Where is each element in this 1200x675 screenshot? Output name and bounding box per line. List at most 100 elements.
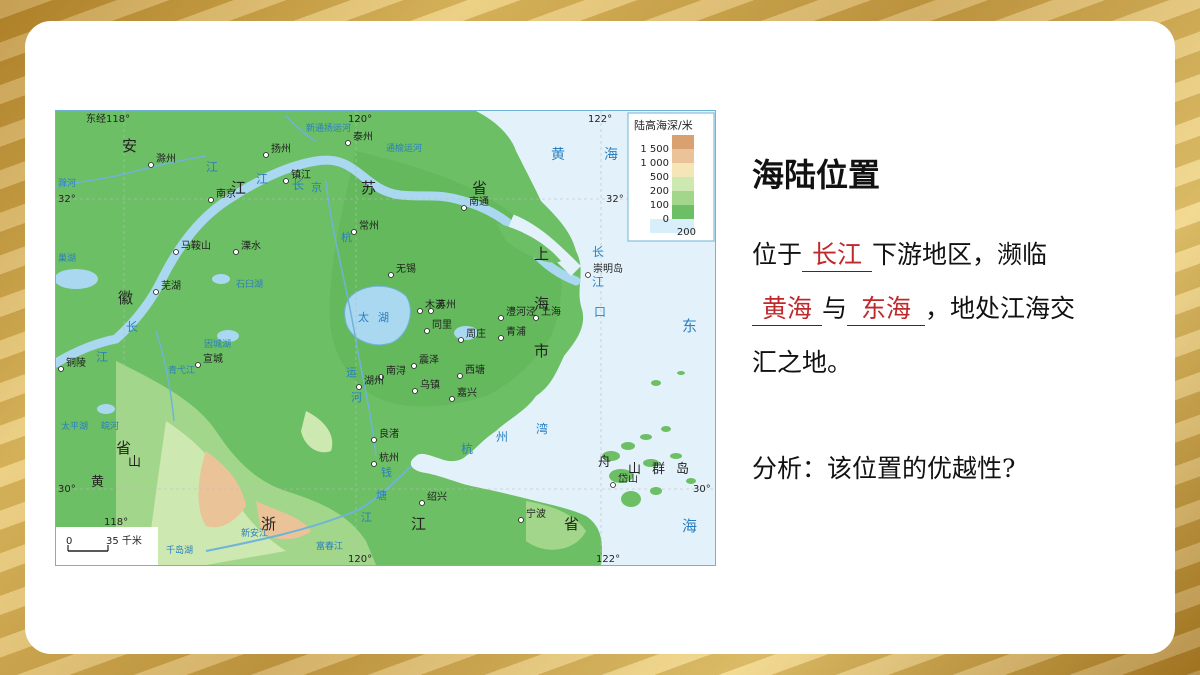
region-label: 江: [231, 179, 246, 197]
city-dot: [533, 315, 539, 321]
coord-label: 32°: [58, 194, 76, 205]
answer-blank-changjiang: 长江: [802, 239, 873, 272]
city-dot: [263, 152, 269, 158]
water-label: 江: [96, 350, 108, 364]
city-label: 滁州: [156, 152, 176, 165]
city-label: 溧水: [241, 239, 261, 252]
city-dot: [148, 162, 154, 168]
city-dot: [610, 482, 616, 488]
city-label: 崇明岛: [593, 262, 623, 275]
water-label: 千岛湖: [166, 544, 193, 556]
legend-swatch: [672, 135, 694, 149]
city-label: 青浦: [506, 325, 526, 338]
water-label: 海: [604, 147, 618, 163]
map-legend: 陆高海深/米 1 500 1 000 500 200 100 0 200: [627, 112, 715, 242]
text-line-3: 汇之地。: [752, 348, 853, 377]
water-label: 湾: [536, 421, 548, 436]
region-label: 徽: [118, 289, 133, 307]
legend-swatch: [672, 177, 694, 191]
legend-value: 1 000: [640, 158, 669, 169]
city-label: 湖州: [364, 375, 384, 387]
city-dot: [449, 396, 455, 402]
water-label: 长: [592, 245, 604, 259]
city-dot: [208, 197, 214, 203]
answer-blank-huanghai: 黄海: [752, 293, 822, 326]
water-label: 海: [682, 517, 697, 535]
city-dot: [356, 384, 362, 390]
city-dot: [424, 328, 430, 334]
city-dot: [153, 289, 159, 295]
lake: [97, 404, 115, 414]
region-label: 安: [122, 137, 137, 155]
water-label: 钱: [381, 465, 392, 479]
city-label: 扬州: [271, 142, 291, 155]
water-label: 东: [682, 317, 697, 335]
legend-swatch: [672, 163, 694, 177]
legend-value: 200: [677, 227, 696, 238]
city-dot: [518, 517, 524, 523]
water-label: 江: [256, 172, 268, 186]
water-label: 江: [592, 275, 604, 289]
coord-label: 122°: [596, 554, 620, 565]
water-label: 太平湖: [61, 420, 88, 432]
city-label: 无锡: [396, 262, 416, 275]
water-label: 新通扬运河: [306, 122, 351, 134]
city-dot: [458, 337, 464, 343]
city-dot: [58, 366, 64, 372]
coord-label: 120°: [348, 114, 372, 125]
city-label: 马鞍山: [181, 239, 211, 252]
coord-label: 120°: [348, 554, 372, 565]
city-dot: [412, 388, 418, 394]
legend-value: 500: [650, 172, 669, 183]
city-dot: [388, 272, 394, 278]
water-label: 杭: [461, 441, 473, 456]
city-dot: [419, 500, 425, 506]
city-dot: [283, 178, 289, 184]
text-line-2: 黄海与东海 ，地处江海交: [752, 289, 1075, 329]
city-label: 乌镇: [420, 378, 440, 391]
region-label: 海: [534, 295, 549, 313]
city-dot: [195, 362, 201, 368]
region-label: 省: [564, 515, 579, 533]
line1-suffix: 下游地区，濒临: [872, 240, 1048, 269]
city-label: 苏州: [436, 298, 456, 311]
region-label: 群: [652, 462, 665, 477]
answer-blank-donghai: 东海: [847, 293, 926, 326]
city-label: 铜陵: [66, 357, 86, 369]
region-label: 省: [116, 439, 131, 457]
city-dot: [417, 308, 423, 314]
city-label: 常州: [359, 219, 379, 232]
city-label: 杭州: [379, 451, 399, 464]
water-label: 江: [361, 511, 372, 524]
coord-label: 32°: [606, 194, 624, 205]
region-label: 山: [128, 455, 141, 470]
city-dot: [585, 272, 591, 278]
water-label: 江: [206, 160, 218, 174]
city-dot: [351, 229, 357, 235]
legend-swatch: [672, 191, 694, 205]
legend-title: 陆高海深/米: [634, 118, 693, 132]
city-label: 周庄: [466, 327, 486, 340]
region-label: 山: [628, 462, 641, 477]
water-label: 长: [126, 320, 138, 334]
legend-value: 1 500: [640, 144, 669, 155]
region-label: 上: [534, 245, 549, 263]
line1-prefix: 位于: [752, 240, 803, 269]
region-label: 市: [534, 342, 549, 360]
city-dot: [498, 335, 504, 341]
legend-value: 200: [650, 186, 669, 197]
region-label: 舟: [598, 455, 611, 470]
water-label: 湖: [378, 311, 389, 324]
city-dot: [345, 140, 351, 146]
section-title: 海陆位置: [752, 156, 881, 194]
region-label: 黄: [91, 475, 104, 490]
coord-label: 118°: [104, 517, 128, 528]
city-label: 同里: [432, 319, 452, 331]
city-dot: [428, 308, 434, 314]
city-label: 澧河泾: [506, 305, 536, 318]
legend-swatch: [672, 205, 694, 219]
water-label: 皖河: [101, 420, 119, 432]
legend-swatch: [672, 149, 694, 163]
legend-value: 0: [663, 214, 669, 225]
city-dot: [461, 205, 467, 211]
